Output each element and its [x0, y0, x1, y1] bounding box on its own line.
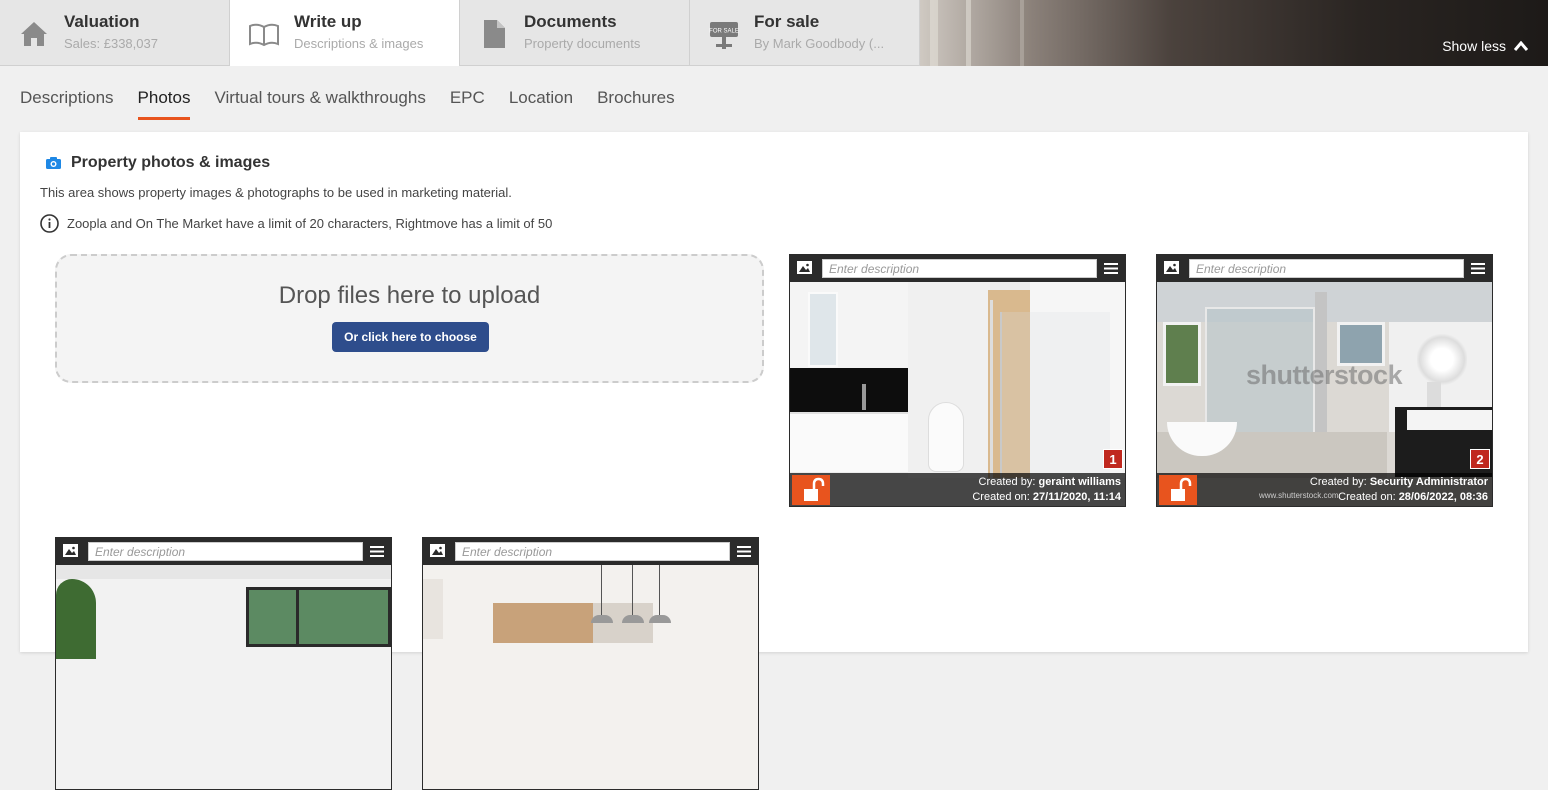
photo-card-header: [55, 537, 392, 565]
tab-documents[interactable]: Documents Property documents: [460, 0, 690, 66]
tab-photos[interactable]: Photos: [137, 88, 190, 120]
upload-dropzone[interactable]: Drop files here to upload Or click here …: [55, 254, 764, 383]
tab-brochures[interactable]: Brochures: [597, 88, 674, 120]
unlocked-padlock-icon: [1171, 477, 1192, 501]
tab-for-sale[interactable]: FOR SALE For sale By Mark Goodbody (...: [690, 0, 920, 66]
house-icon: [21, 22, 47, 46]
photo-meta: Created by: Security Administrator Creat…: [1310, 475, 1488, 505]
sub-tab-bar: Descriptions Photos Virtual tours & walk…: [20, 88, 675, 120]
drop-text: Drop files here to upload: [278, 282, 541, 309]
photo-meta: Created by: geraint williams Created on:…: [972, 475, 1121, 505]
watermark-text: shutterstock: [1245, 360, 1403, 390]
choose-files-button[interactable]: Or click here to choose: [332, 322, 489, 352]
unlock-button[interactable]: [792, 475, 830, 505]
show-less-button[interactable]: Show less: [1442, 38, 1528, 54]
unlocked-padlock-icon: [804, 477, 825, 501]
photo-card: [422, 537, 759, 790]
image-icon: [63, 544, 78, 557]
photo-card: 1 Created by: geraint williams Created o…: [789, 254, 1126, 507]
panel-title: Property photos & images: [46, 154, 270, 172]
created-on-label: Created on:: [972, 491, 1030, 503]
photo-order-badge: 2: [1470, 449, 1490, 469]
watermark-url: www.shutterstock.com: [1259, 491, 1339, 500]
description-input[interactable]: [1189, 259, 1464, 278]
info-icon: [40, 214, 59, 233]
photo-card-footer: Created by: geraint williams Created on:…: [790, 473, 1125, 506]
panel-title-text: Property photos & images: [71, 154, 271, 171]
photo-card-header: [1156, 254, 1493, 282]
tab-title: Documents: [524, 12, 617, 31]
tab-subtitle: By Mark Goodbody (...: [754, 36, 885, 51]
photo-card: shutterstock www.shutterstock.com 2 Crea…: [1156, 254, 1493, 507]
tab-valuation[interactable]: Valuation Sales: £338,037: [0, 0, 230, 66]
image-icon: [1164, 261, 1179, 274]
document-icon: [484, 20, 505, 48]
tab-title: Write up: [294, 12, 362, 31]
tab-location[interactable]: Location: [509, 88, 573, 120]
menu-icon[interactable]: [1471, 263, 1485, 274]
created-by-value: geraint williams: [1038, 476, 1121, 488]
tab-descriptions[interactable]: Descriptions: [20, 88, 114, 120]
photo-card: [55, 537, 392, 790]
book-icon: [249, 23, 279, 47]
tab-subtitle: Descriptions & images: [294, 36, 424, 51]
menu-icon[interactable]: [370, 546, 384, 557]
created-on-label: Created on:: [1338, 491, 1396, 503]
menu-icon[interactable]: [737, 546, 751, 557]
image-icon: [430, 544, 445, 557]
info-text: Zoopla and On The Market have a limit of…: [67, 216, 553, 231]
photos-panel: Property photos & images This area shows…: [20, 132, 1528, 790]
photo-card-footer: Created by: Security Administrator Creat…: [1157, 473, 1492, 506]
show-less-label: Show less: [1442, 38, 1506, 54]
for-sale-sign-icon: FOR SALE: [709, 22, 739, 49]
hero-banner-image: Show less: [920, 0, 1548, 66]
tab-virtual-tours[interactable]: Virtual tours & walkthroughs: [214, 88, 425, 120]
created-on-value: 27/11/2020, 11:14: [1032, 491, 1121, 503]
image-icon: [797, 261, 812, 274]
tab-write-up[interactable]: Write up Descriptions & images: [230, 0, 460, 66]
camera-icon: [46, 157, 61, 169]
created-on-value: 28/06/2022, 08:36: [1398, 491, 1488, 503]
tab-subtitle: Sales: £338,037: [64, 36, 158, 51]
tab-title: Valuation: [64, 12, 140, 31]
for-sale-sign-text: FOR SALE: [709, 29, 739, 35]
tab-epc[interactable]: EPC: [450, 88, 485, 120]
property-photo[interactable]: [423, 565, 758, 789]
unlock-button[interactable]: [1159, 475, 1197, 505]
description-input[interactable]: [455, 542, 730, 561]
character-limit-info: Zoopla and On The Market have a limit of…: [40, 214, 552, 233]
property-photo[interactable]: [56, 565, 391, 789]
created-by-label: Created by:: [1309, 476, 1367, 488]
panel-description: This area shows property images & photog…: [40, 185, 512, 200]
top-tab-bar: Valuation Sales: £338,037 Write up Descr…: [0, 0, 1548, 66]
chevron-up-icon: [1514, 41, 1528, 51]
tab-subtitle: Property documents: [524, 36, 641, 51]
photo-order-badge: 1: [1103, 449, 1123, 469]
created-by-label: Created by:: [978, 476, 1036, 488]
tab-title: For sale: [754, 12, 820, 31]
menu-icon[interactable]: [1104, 263, 1118, 274]
description-input[interactable]: [822, 259, 1097, 278]
photo-card-header: [789, 254, 1126, 282]
description-input[interactable]: [88, 542, 363, 561]
created-by-value: Security Administrator: [1369, 476, 1488, 488]
photo-card-header: [422, 537, 759, 565]
